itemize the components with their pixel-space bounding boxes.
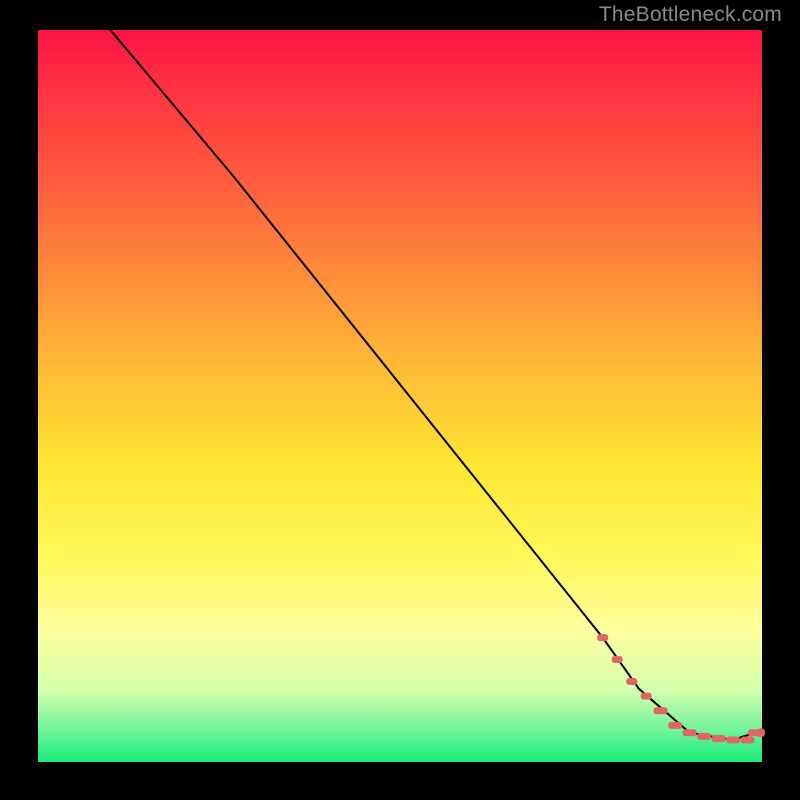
highlight-dots-group xyxy=(597,634,765,743)
watermark-text: TheBottleneck.com xyxy=(599,3,782,27)
chart-overlay xyxy=(38,30,762,762)
chart-frame: TheBottleneck.com xyxy=(0,0,800,800)
bottleneck-curve xyxy=(110,30,754,740)
